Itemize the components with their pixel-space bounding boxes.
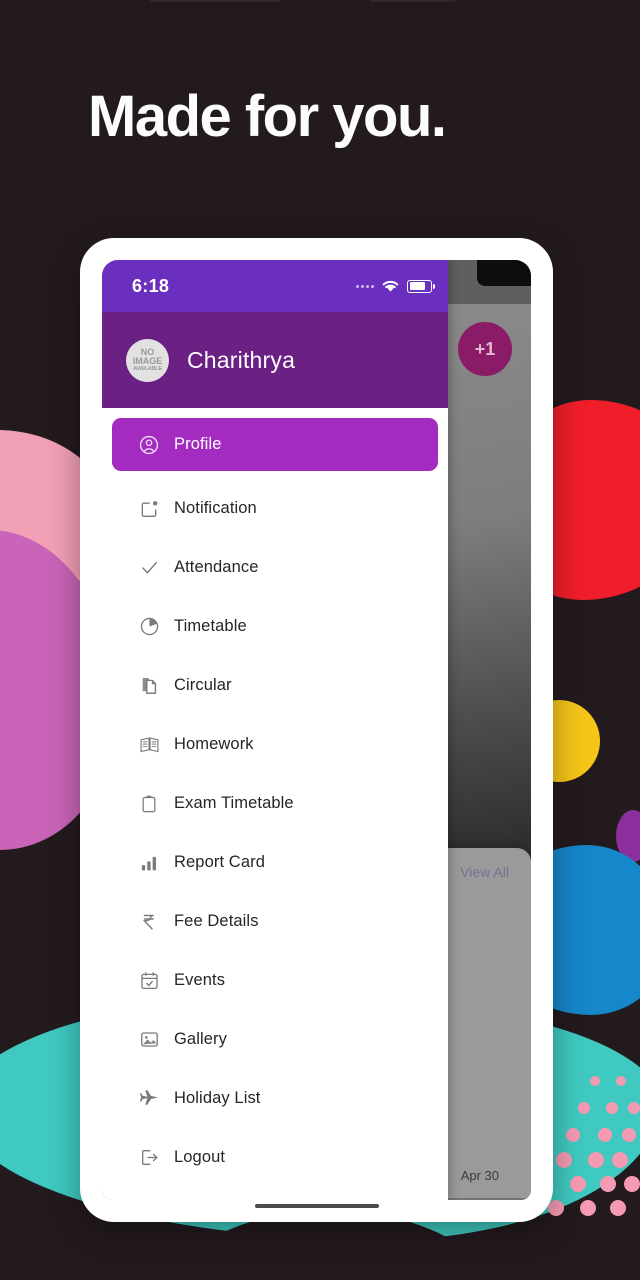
drawer-item-label: Circular: [174, 676, 232, 694]
rupee-icon: [124, 912, 174, 932]
polka-dot: [548, 1200, 564, 1216]
drawer-item-homework[interactable]: Homework: [102, 715, 448, 774]
polka-dot: [598, 1128, 612, 1142]
polka-dot: [566, 1128, 580, 1142]
avatar-line2: IMAGE: [132, 355, 163, 366]
drawer-item-circular[interactable]: Circular: [102, 656, 448, 715]
polka-dot: [606, 1102, 618, 1114]
wifi-icon: [381, 279, 400, 293]
drawer-item-logout[interactable]: Logout: [102, 1128, 448, 1187]
page-title: Made for you.: [88, 84, 447, 149]
navigation-drawer: 6:18 NO IMAGE AVAILABLE Charithrya Profi…: [102, 260, 448, 1200]
user-name: Charithrya: [187, 346, 296, 373]
drawer-item-label: Holiday List: [174, 1089, 261, 1107]
avatar-line3: AVAILABLE: [133, 366, 162, 373]
drawer-item-profile[interactable]: Profile: [112, 418, 438, 471]
bar-chart-icon: [124, 853, 174, 873]
notice-date: Apr 30: [460, 1168, 499, 1183]
drawer-item-label: Profile: [174, 435, 222, 453]
drawer-item-label: Logout: [174, 1148, 226, 1166]
poster-canvas: Made for you. GE LE View All ts to Digit…: [0, 0, 640, 1280]
clipboard-icon: [124, 794, 174, 814]
plus-one-badge[interactable]: +1: [458, 322, 512, 376]
open-book-icon: [124, 734, 174, 755]
polka-dot: [580, 1200, 596, 1216]
drawer-item-timetable[interactable]: Timetable: [102, 597, 448, 656]
polka-dot: [616, 1076, 626, 1086]
drawer-item-attendance[interactable]: Attendance: [102, 538, 448, 597]
check-icon: [124, 557, 174, 578]
polka-dot: [624, 1176, 640, 1192]
view-all-link[interactable]: View All: [460, 864, 509, 880]
polka-dot: [570, 1176, 586, 1192]
home-indicator[interactable]: [254, 1204, 379, 1208]
battery-icon: [407, 279, 435, 293]
user-circle-icon: [124, 434, 174, 456]
drawer-item-gallery[interactable]: Gallery: [102, 1010, 448, 1069]
drawer-item-label: Exam Timetable: [174, 794, 294, 812]
documents-icon: [124, 675, 174, 696]
polka-dot: [556, 1152, 572, 1168]
polka-dot: [622, 1128, 636, 1142]
drawer-item-fee-details[interactable]: Fee Details: [102, 892, 448, 951]
image-icon: [124, 1029, 174, 1050]
drawer-item-label: Gallery: [174, 1030, 227, 1048]
airplane-icon: [124, 1088, 174, 1110]
polka-dot: [612, 1152, 628, 1168]
signal-dots-icon: [356, 284, 374, 288]
notification-icon: [124, 499, 174, 519]
drawer-item-label: Events: [174, 971, 226, 989]
drawer-profile-header[interactable]: NO IMAGE AVAILABLE Charithrya: [102, 312, 448, 408]
phone-screen: GE LE View All ts to Digital al ead e, o…: [102, 260, 531, 1200]
drawer-item-label: Homework: [174, 735, 254, 753]
drawer-item-label: Notification: [174, 499, 257, 517]
drawer-item-label: Fee Details: [174, 912, 259, 930]
drawer-item-exam-timetable[interactable]: Exam Timetable: [102, 774, 448, 833]
polka-dot: [578, 1102, 590, 1114]
screen-notch: [477, 260, 531, 286]
pie-clock-icon: [124, 616, 174, 637]
drawer-menu: Profile Notification Attendance Timetable Ci…: [102, 408, 448, 1187]
polka-dot: [588, 1152, 604, 1168]
avatar: NO IMAGE AVAILABLE: [126, 338, 169, 382]
drawer-item-report-card[interactable]: Report Card: [102, 833, 448, 892]
calendar-check-icon: [124, 970, 174, 991]
phone-mockup: GE LE View All ts to Digital al ead e, o…: [80, 238, 553, 1222]
edge-line-left: [150, 0, 280, 2]
polka-dot: [610, 1200, 626, 1216]
logout-icon: [124, 1147, 174, 1168]
drawer-item-label: Timetable: [174, 617, 247, 635]
polka-dot: [600, 1176, 616, 1192]
drawer-item-label: Attendance: [174, 558, 259, 576]
drawer-item-label: Report Card: [174, 853, 265, 871]
edge-line-right: [370, 0, 455, 2]
status-icons: [356, 279, 435, 293]
status-time: 6:18: [132, 275, 170, 296]
drawer-item-holiday-list[interactable]: Holiday List: [102, 1069, 448, 1128]
polka-dot: [628, 1102, 640, 1114]
drawer-bottom-spacer: [102, 1187, 448, 1200]
drawer-item-events[interactable]: Events: [102, 951, 448, 1010]
drawer-item-notification[interactable]: Notification: [102, 479, 448, 538]
status-bar: 6:18: [102, 260, 448, 312]
polka-dot: [590, 1076, 600, 1086]
